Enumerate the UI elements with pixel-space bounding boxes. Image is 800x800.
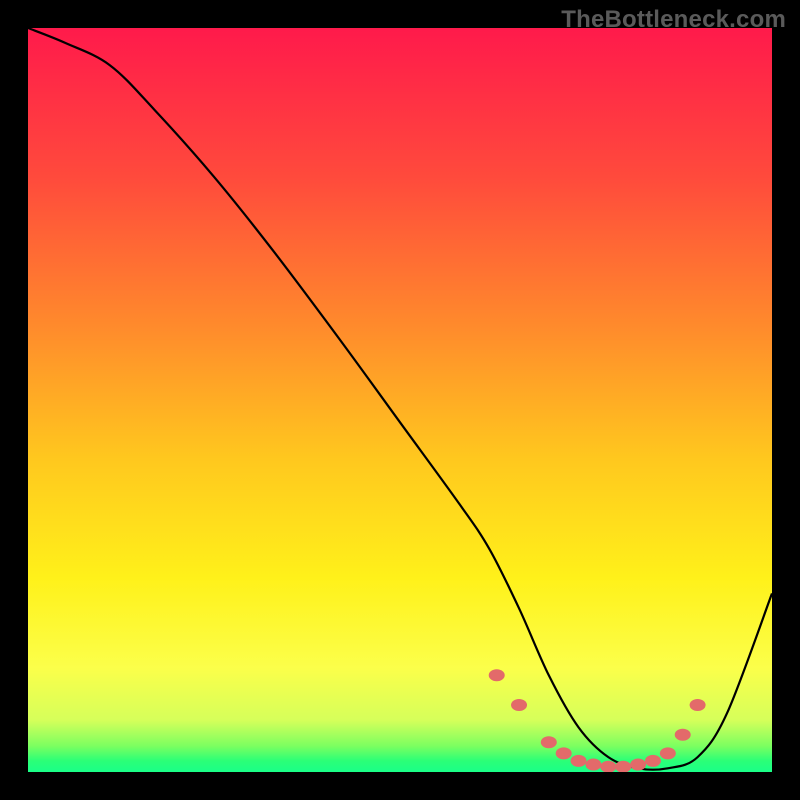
chart-svg [28,28,772,772]
highlight-marker [645,755,661,767]
highlight-marker [489,669,505,681]
highlight-marker [556,747,572,759]
chart-plot-area [28,28,772,772]
highlight-marker [675,729,691,741]
highlight-marker [541,736,557,748]
highlight-marker [660,747,676,759]
gradient-background [28,28,772,772]
highlight-marker [511,699,527,711]
highlight-marker [690,699,706,711]
highlight-marker [630,759,646,771]
highlight-marker [571,755,587,767]
chart-frame: TheBottleneck.com [0,0,800,800]
highlight-marker [585,759,601,771]
